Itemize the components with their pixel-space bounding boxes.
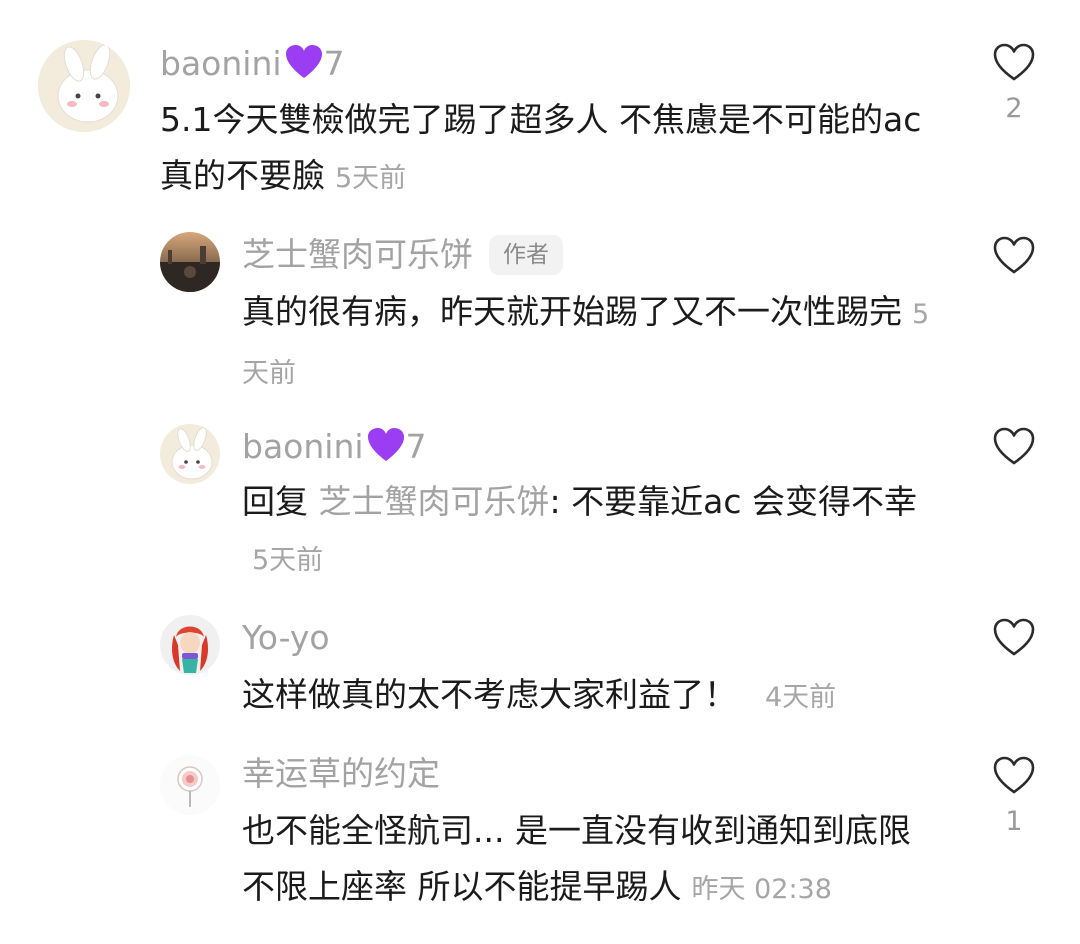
- comment-time: 5天前: [252, 545, 324, 576]
- purple-heart-icon: [366, 426, 406, 473]
- avatar[interactable]: [160, 615, 220, 675]
- reply-text: 这样做真的太不考虑大家利益了！ 4天前: [242, 675, 837, 714]
- comment-text: 5.1今天雙檢做完了踢了超多人 不焦慮是不可能的ac 真的不要臉 5天前: [160, 100, 922, 195]
- like-button[interactable]: 1: [992, 755, 1036, 839]
- comment-time: 5天前: [335, 163, 407, 194]
- comment-username[interactable]: baonini 7: [160, 43, 345, 90]
- heart-outline-icon: [993, 618, 1035, 656]
- avatar[interactable]: [160, 424, 220, 484]
- reply-text: 真的很有病，昨天就开始踢了又不一次性踢完 5天前: [242, 292, 930, 389]
- like-count: 1: [1005, 806, 1023, 837]
- heart-outline-icon: [993, 43, 1035, 81]
- comment-item: baonini 7 5.1今天雙檢做完了踢了超多人 不焦慮是不可能的ac 真的不要…: [0, 0, 1080, 210]
- like-button[interactable]: [992, 235, 1036, 275]
- reply-username[interactable]: baonini 7: [242, 426, 427, 473]
- comment-time: 4天前: [765, 682, 837, 713]
- reply-text: 回复 芝士蟹肉可乐饼: 不要靠近ac 会变得不幸5天前: [242, 482, 917, 576]
- reply-item: 幸运草的约定 也不能全怪航司... 是一直没有收到通知到底限不限上座率 所以不能…: [0, 735, 1080, 944]
- reply-username[interactable]: 幸运草的约定: [242, 754, 440, 794]
- level-badge: 7: [323, 44, 345, 83]
- reply-username[interactable]: Yo-yo: [242, 618, 330, 658]
- heart-outline-icon: [993, 236, 1035, 274]
- reply-to-username[interactable]: 芝士蟹肉可乐饼: [319, 482, 550, 521]
- avatar[interactable]: [160, 232, 220, 292]
- reply-item: 芝士蟹肉可乐饼 作者 真的很有病，昨天就开始踢了又不一次性踢完 5天前: [0, 210, 1080, 400]
- avatar[interactable]: [160, 755, 220, 815]
- like-count: 2: [1005, 93, 1023, 124]
- comment-time: 昨天 02:38: [691, 874, 832, 905]
- reply-item: Yo-yo 这样做真的太不考虑大家利益了！ 4天前: [0, 595, 1080, 735]
- reply-item: baonini 7 回复 芝士蟹肉可乐饼: 不要靠近ac 会变得不幸5天前: [0, 400, 1080, 595]
- purple-heart-icon: [284, 43, 324, 90]
- like-button[interactable]: [992, 617, 1036, 657]
- heart-outline-icon: [993, 756, 1035, 794]
- avatar[interactable]: [38, 40, 130, 132]
- like-button[interactable]: 2: [992, 42, 1036, 126]
- reply-username[interactable]: 芝士蟹肉可乐饼 作者: [242, 235, 563, 275]
- like-button[interactable]: [992, 426, 1036, 466]
- reply-text: 也不能全怪航司... 是一直没有收到通知到底限不限上座率 所以不能提早踢人 昨天 …: [242, 811, 911, 906]
- author-tag: 作者: [489, 235, 563, 275]
- level-badge: 7: [405, 427, 427, 466]
- heart-outline-icon: [993, 427, 1035, 465]
